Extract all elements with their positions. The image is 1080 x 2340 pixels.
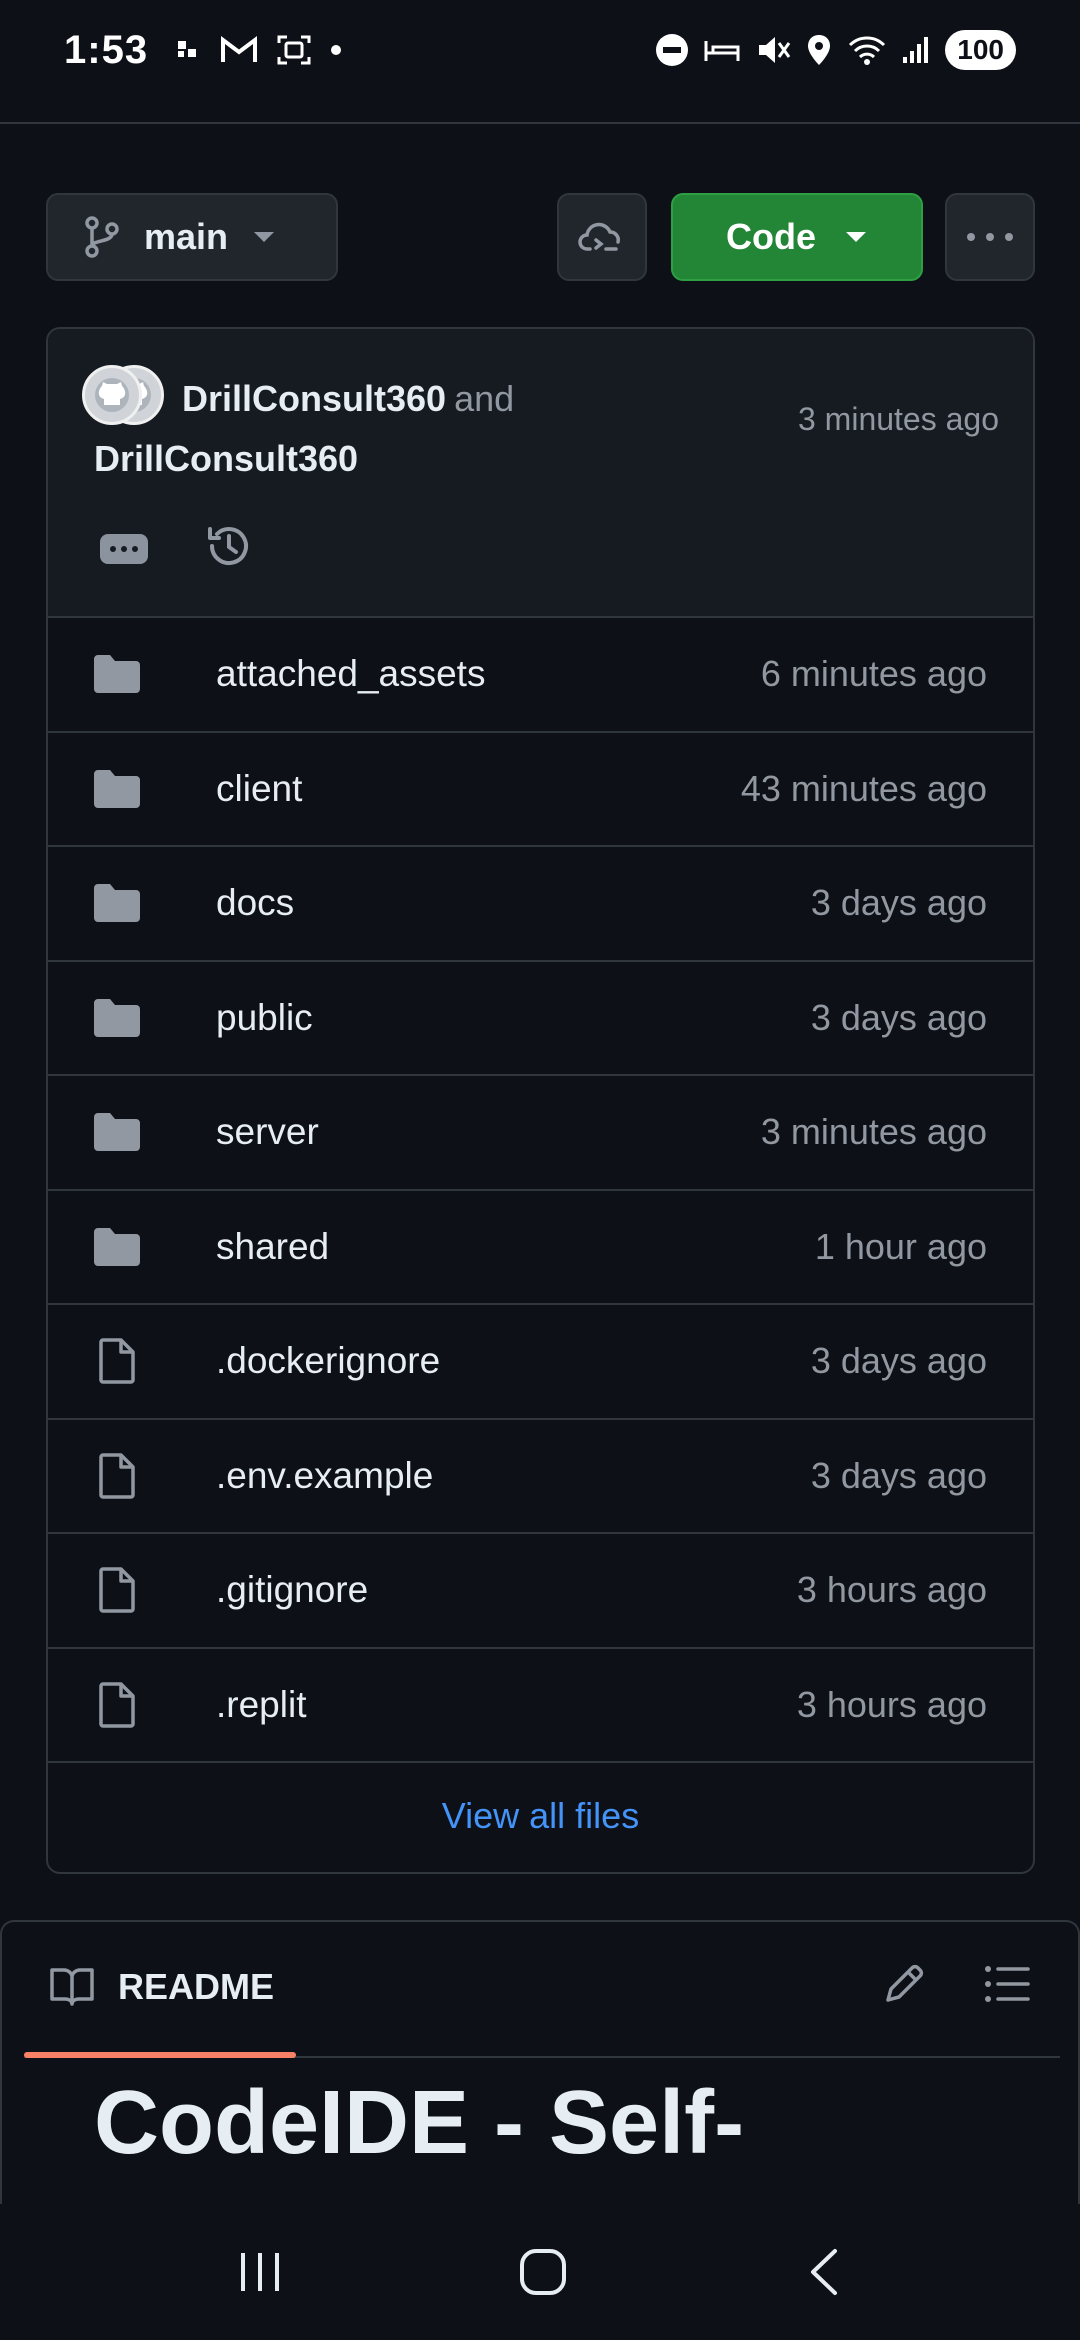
- location-icon: [808, 35, 831, 65]
- author-conjunction: and: [454, 378, 515, 419]
- latest-commit-header: DrillConsult360 and DrillConsult360 3 min…: [48, 329, 1033, 618]
- file-icon: [92, 1567, 142, 1613]
- commit-message-toggle[interactable]: [100, 534, 148, 564]
- status-bar: 1:53 100: [0, 0, 1080, 100]
- battery-indicator: 100: [945, 30, 1016, 70]
- folder-icon: [92, 881, 142, 925]
- code-button-label: Code: [726, 216, 816, 257]
- file-row[interactable]: .dockerignore 3 days ago: [48, 1305, 1033, 1420]
- file-name-link[interactable]: .gitignore: [216, 1569, 368, 1611]
- readme-heading: CodeIDE - Self-: [94, 2073, 745, 2173]
- file-last-modified: 3 hours ago: [796, 1569, 987, 1611]
- file-last-modified: 3 minutes ago: [760, 1111, 987, 1153]
- file-list: attached_assets 6 minutes ago client 43 min…: [48, 618, 1033, 1763]
- folder-icon: [92, 652, 142, 696]
- commit-author-link[interactable]: DrillConsult360: [182, 378, 446, 419]
- file-last-modified: 6 minutes ago: [760, 653, 987, 695]
- notification-icons: [176, 33, 342, 67]
- branch-selector-button[interactable]: main: [46, 193, 338, 281]
- do-not-disturb-icon: [656, 34, 689, 66]
- file-last-modified: 3 days ago: [810, 882, 987, 924]
- file-last-modified: 43 minutes ago: [740, 767, 987, 809]
- cloud-terminal-icon: [578, 222, 620, 251]
- codespaces-button[interactable]: [557, 193, 647, 281]
- history-icon[interactable]: [204, 521, 254, 571]
- status-time: 1:53: [64, 27, 149, 72]
- file-name-link[interactable]: shared: [216, 1226, 329, 1268]
- file-name-link[interactable]: docs: [216, 882, 294, 924]
- file-last-modified: 3 days ago: [810, 996, 987, 1038]
- chevron-down-icon: [846, 232, 866, 242]
- file-row[interactable]: docs 3 days ago: [48, 847, 1033, 962]
- git-branch-icon: [85, 216, 119, 258]
- file-name-link[interactable]: .env.example: [216, 1455, 433, 1497]
- folder-icon: [92, 767, 142, 811]
- file-last-modified: 3 hours ago: [796, 1683, 987, 1725]
- file-name-link[interactable]: attached_assets: [216, 653, 485, 695]
- file-row[interactable]: .gitignore 3 hours ago: [48, 1534, 1033, 1649]
- file-name-link[interactable]: .dockerignore: [216, 1340, 440, 1382]
- book-icon: [50, 1968, 94, 2006]
- back-icon[interactable]: [803, 2247, 843, 2297]
- readme-tab[interactable]: README: [118, 1966, 274, 2008]
- branch-label: main: [144, 216, 229, 257]
- chevron-down-icon: [254, 232, 275, 242]
- more-options-button[interactable]: [945, 193, 1035, 281]
- file-row[interactable]: client 43 minutes ago: [48, 733, 1033, 847]
- system-icons: 100: [655, 30, 1016, 70]
- sleep-mode-icon: [704, 41, 740, 61]
- file-icon: [92, 1338, 142, 1384]
- list-unordered-icon[interactable]: [984, 1964, 1030, 2004]
- file-last-modified: 3 days ago: [810, 1454, 987, 1496]
- system-navigation-bar: [0, 2204, 1080, 2340]
- screenshot-icon: [277, 35, 311, 65]
- app-notification-icon: [178, 41, 197, 57]
- commit-authors: DrillConsult360 and DrillConsult360: [94, 369, 554, 489]
- mute-icon: [759, 37, 791, 63]
- view-all-files-link[interactable]: View all files: [48, 1760, 1033, 1872]
- file-last-modified: 3 days ago: [810, 1340, 987, 1382]
- readme-panel: README CodeIDE - Self-: [0, 1920, 1080, 2220]
- file-icon: [92, 1682, 142, 1728]
- file-name-link[interactable]: .replit: [216, 1684, 306, 1726]
- file-name-link[interactable]: server: [216, 1111, 319, 1153]
- commit-time: 3 minutes ago: [797, 401, 999, 437]
- file-browser: DrillConsult360 and DrillConsult360 3 min…: [46, 327, 1035, 1874]
- commit-coauthor-link[interactable]: DrillConsult360: [94, 429, 554, 489]
- recent-apps-icon[interactable]: [237, 2249, 283, 2295]
- file-name-link[interactable]: public: [216, 997, 313, 1039]
- file-row[interactable]: public 3 days ago: [48, 962, 1033, 1076]
- file-last-modified: 1 hour ago: [814, 1225, 987, 1267]
- file-row[interactable]: shared 1 hour ago: [48, 1191, 1033, 1305]
- pencil-icon[interactable]: [880, 1960, 928, 2008]
- kebab-horizontal-icon: [967, 233, 1013, 241]
- wifi-icon: [849, 36, 886, 65]
- file-row[interactable]: .env.example 3 days ago: [48, 1420, 1033, 1534]
- signal-icon: [903, 37, 929, 63]
- folder-icon: [92, 1110, 142, 1154]
- readme-header: README: [24, 1922, 1060, 2058]
- folder-icon: [92, 996, 142, 1040]
- file-row[interactable]: attached_assets 6 minutes ago: [48, 618, 1033, 733]
- file-icon: [92, 1453, 142, 1499]
- home-icon[interactable]: [518, 2247, 568, 2297]
- header-divider: [0, 122, 1080, 124]
- code-button[interactable]: Code: [671, 193, 923, 281]
- file-row[interactable]: .replit 3 hours ago: [48, 1649, 1033, 1763]
- file-row[interactable]: server 3 minutes ago: [48, 1076, 1033, 1191]
- dot-icon: [331, 45, 342, 55]
- file-name-link[interactable]: client: [216, 768, 302, 810]
- active-tab-indicator: [24, 2052, 296, 2058]
- gmail-icon: [221, 36, 258, 62]
- folder-icon: [92, 1225, 142, 1269]
